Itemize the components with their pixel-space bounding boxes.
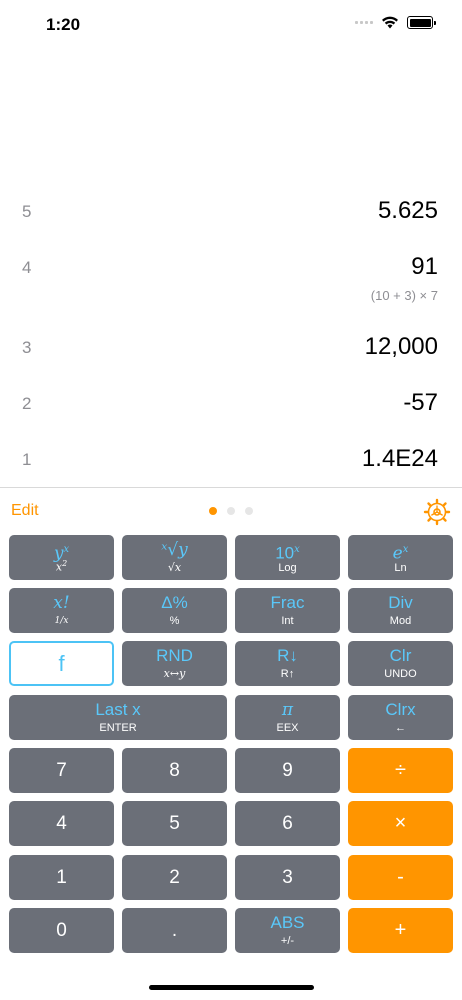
stack-value: -57 [403, 389, 438, 416]
stack-index: 4 [22, 258, 32, 277]
stack-expression: (10 + 3) × 7 [370, 288, 438, 303]
digit-9-key[interactable]: 9 [235, 748, 340, 793]
digit-8-key[interactable]: 8 [122, 748, 227, 793]
stack-value: 12,000 [364, 333, 438, 360]
digit-0-key[interactable]: 0 [9, 908, 114, 953]
status-icons [355, 16, 436, 29]
y-power-x-key[interactable]: yx x2 [9, 535, 114, 580]
status-bar: 1:20 [0, 0, 462, 50]
factorial-key[interactable]: x! 1/x [9, 588, 114, 633]
digit-6-key[interactable]: 6 [235, 801, 340, 846]
clr-key[interactable]: Clr UNDO [348, 641, 453, 686]
page-indicator[interactable] [209, 507, 253, 515]
stack-value: 1.4E24 [361, 445, 438, 472]
digit-1-key[interactable]: 1 [9, 855, 114, 900]
decimal-point-key[interactable]: . [122, 908, 227, 953]
delta-percent-key[interactable]: Δ% % [122, 588, 227, 633]
minus-key[interactable]: - [348, 855, 453, 900]
digit-3-key[interactable]: 3 [235, 855, 340, 900]
roll-down-key[interactable]: R↓ R↑ [235, 641, 340, 686]
rnd-key[interactable]: RND x↔y [122, 641, 227, 686]
frac-key[interactable]: Frac Int [235, 588, 340, 633]
divide-key[interactable]: ÷ [348, 748, 453, 793]
stack-index: 1 [22, 450, 32, 469]
pi-key[interactable]: π EEX [235, 695, 340, 740]
stack-value: 5.625 [377, 197, 438, 224]
stack-index: 5 [22, 202, 32, 221]
abs-key[interactable]: ABS +/- [235, 908, 340, 953]
e-power-x-key[interactable]: ex Ln [348, 535, 453, 580]
enter-key[interactable]: Last x ENTER [9, 695, 227, 740]
ten-power-x-key[interactable]: 10x Log [235, 535, 340, 580]
wifi-icon [382, 16, 398, 29]
home-indicator[interactable] [149, 985, 314, 990]
settings-gear-icon[interactable] [423, 498, 451, 526]
page-dot-1[interactable] [209, 507, 217, 515]
digit-5-key[interactable]: 5 [122, 801, 227, 846]
cellular-signal-icon [355, 21, 373, 24]
clrx-key[interactable]: Clrx ← [348, 695, 453, 740]
battery-icon [407, 16, 436, 29]
stack-index: 3 [22, 338, 32, 357]
edit-button[interactable]: Edit [11, 502, 39, 520]
f-shift-key[interactable]: f [9, 641, 114, 686]
status-time: 1:20 [46, 15, 81, 34]
digit-2-key[interactable]: 2 [122, 855, 227, 900]
multiply-key[interactable]: × [348, 801, 453, 846]
divider [0, 487, 462, 488]
page-dot-3[interactable] [245, 507, 253, 515]
stack-index: 2 [22, 394, 32, 413]
digit-7-key[interactable]: 7 [9, 748, 114, 793]
page-dot-2[interactable] [227, 507, 235, 515]
digit-4-key[interactable]: 4 [9, 801, 114, 846]
div-mod-key[interactable]: Div Mod [348, 588, 453, 633]
root-key[interactable]: ˣ√y √x [122, 535, 227, 580]
plus-key[interactable]: + [348, 908, 453, 953]
stack-value: 91 [411, 253, 438, 280]
